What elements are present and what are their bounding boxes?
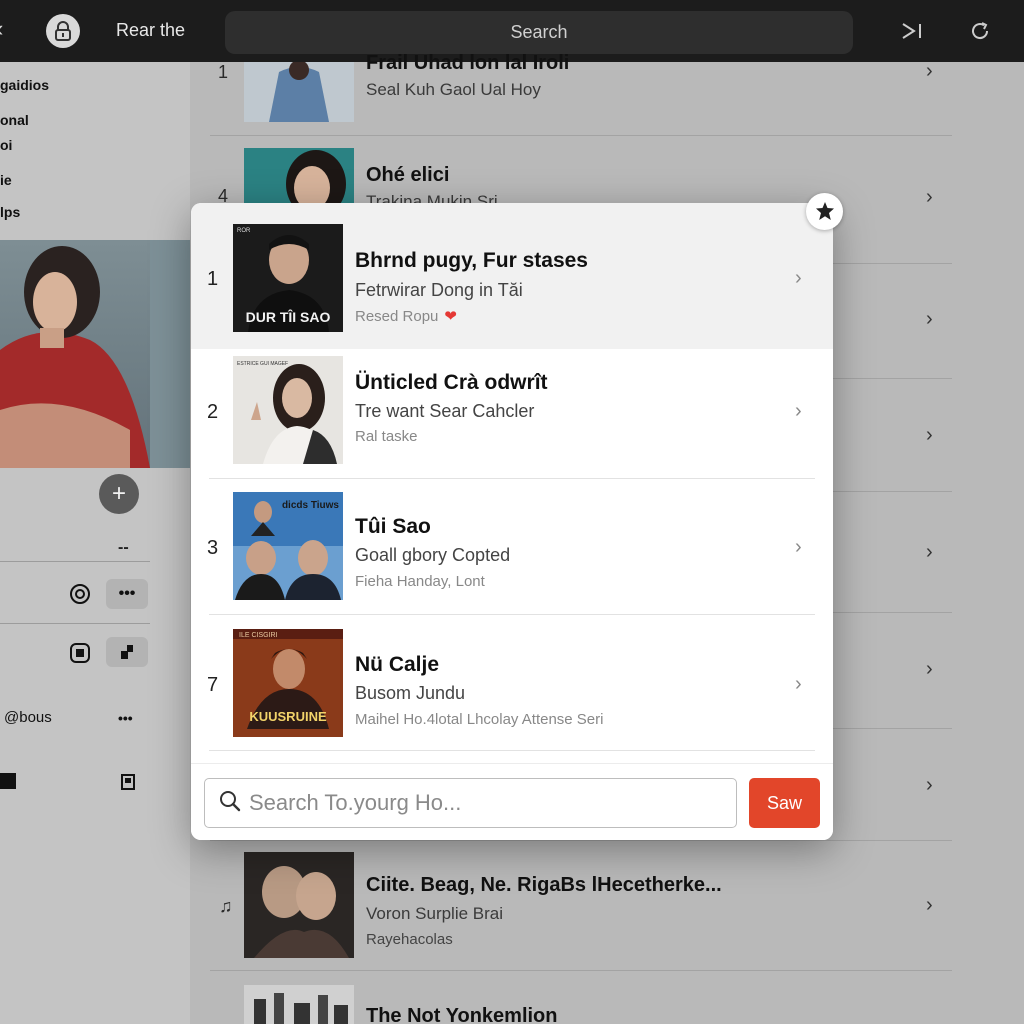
sidebar-link[interactable]: onal (0, 112, 29, 128)
chevron-right-icon[interactable]: › (926, 60, 933, 83)
item-subtitle: Busom Jundu (355, 683, 466, 703)
item-number: 2 (207, 401, 219, 423)
more-button[interactable]: ••• (106, 579, 148, 609)
album-cover: ESTRICE GUI MAGEF (233, 356, 343, 464)
track-cover (244, 985, 354, 1024)
album-cover: ROR DUR TÎI SAO (233, 224, 343, 332)
music-note-icon: ♫ (219, 896, 233, 916)
row-divider (210, 840, 952, 841)
stop-icon[interactable] (66, 639, 94, 667)
cover-tag: ILE CISGIRI (239, 632, 278, 639)
item-meta: Resed Ropu (355, 308, 439, 325)
chevron-right-icon[interactable]: › (926, 894, 933, 917)
item-title: Nü Calje (355, 653, 440, 676)
row-divider (210, 970, 952, 971)
lock-icon[interactable] (46, 14, 80, 48)
item-meta: Fieha Handay, Lont (355, 573, 485, 590)
modal-footer: Saw (191, 763, 833, 840)
chevron-right-icon[interactable]: › (926, 308, 933, 331)
top-search-bar[interactable]: Search (225, 11, 853, 54)
cover-title-text: dicds Tiuws (282, 500, 339, 511)
item-title: Tûi Sao (355, 515, 431, 538)
track-cover (244, 148, 354, 204)
music-note-icon[interactable] (106, 637, 148, 667)
item-subtitle: Goall gbory Copted (355, 545, 511, 565)
chevron-right-icon[interactable]: › (926, 658, 933, 681)
chevron-right-icon[interactable]: › (795, 673, 802, 696)
sidebar-link[interactable]: oi (0, 137, 12, 153)
track-subtitle: Seal Kuh Gaol Ual Hoy (366, 80, 541, 99)
track-cover (244, 62, 354, 122)
at-icon[interactable] (66, 580, 94, 608)
item-meta: Ral taske (355, 428, 418, 445)
chevron-right-icon[interactable]: › (795, 267, 802, 290)
chevron-right-icon[interactable]: › (795, 400, 802, 423)
device-icon[interactable] (114, 768, 142, 796)
item-number: 3 (207, 537, 219, 559)
chevron-right-icon[interactable]: › (926, 186, 933, 209)
item-meta: Maihel Ho.4lotal Lhcolay Attense Seri (355, 711, 604, 728)
track-title: Ohé elici (366, 164, 450, 186)
collapse-dash[interactable]: -- (118, 539, 129, 557)
item-title: Ünticled Crà odwrît (355, 371, 548, 394)
search-icon (219, 790, 241, 817)
cover-title-text: DUR TÎI SAO (246, 308, 331, 325)
chevron-right-icon[interactable]: › (926, 541, 933, 564)
square-icon (0, 767, 22, 795)
item-meta-row: Resed Ropu ❤ (355, 307, 457, 325)
skip-icon[interactable] (898, 17, 926, 45)
bonus-more-icon[interactable]: ••• (118, 710, 133, 726)
sidebar-link[interactable]: lps (0, 204, 20, 220)
back-arrow-icon[interactable]: ‹ (0, 16, 3, 42)
item-subtitle: Fetrwirar Dong in Tăi (355, 280, 523, 300)
item-title: Bhrnd pugy, Fur stases (355, 249, 588, 272)
track-meta: Rayehacolas (366, 931, 453, 948)
star-badge-icon[interactable] (806, 193, 843, 230)
modal-list-item[interactable]: 1 ROR DUR TÎI SAO Bhrnd pugy, Fur stases… (191, 203, 833, 349)
chevron-right-icon[interactable]: › (926, 774, 933, 797)
modal-list-item[interactable]: 3 dicds Tiuws Tûi Sao Goall gbory Copted… (191, 479, 833, 614)
track-picker-modal: 1 ROR DUR TÎI SAO Bhrnd pugy, Fur stases… (191, 203, 833, 840)
divider (0, 561, 150, 562)
modal-search-input[interactable] (249, 790, 719, 816)
modal-list-item[interactable]: 7 ILE CISGIRI KUUSRUINE Nü Calje Busom J… (191, 615, 833, 751)
cover-tag: ROR (237, 228, 251, 234)
item-divider (209, 750, 815, 751)
top-search-placeholder: Search (510, 22, 568, 42)
modal-list-item[interactable]: 2 ESTRICE GUI MAGEF Ünticled Crà odwrît … (191, 349, 833, 478)
app-title: Rear the (116, 20, 186, 40)
divider (0, 623, 150, 624)
sidebar: gaidios onal oi ie lps + -- ••• @bous ••… (0, 62, 190, 1024)
track-cover (244, 852, 354, 958)
item-number: 7 (207, 674, 219, 696)
cover-tag: ESTRICE GUI MAGEF (237, 361, 288, 367)
heart-icon[interactable]: ❤ (444, 308, 457, 325)
track-number: 1 (218, 62, 229, 82)
track-subtitle: Voron Surplie Brai (366, 904, 504, 923)
sidebar-link[interactable]: ie (0, 172, 12, 188)
item-subtitle: Tre want Sear Cahcler (355, 401, 535, 421)
track-title: The Not Yonkemlion (366, 1005, 558, 1024)
add-button[interactable]: + (99, 474, 139, 514)
modal-search-field[interactable] (204, 778, 737, 828)
bonus-label: @bous (4, 709, 52, 726)
row-divider (210, 135, 952, 136)
chevron-right-icon[interactable]: › (795, 536, 802, 559)
item-number: 1 (207, 268, 219, 290)
album-cover: dicds Tiuws (233, 492, 343, 600)
refresh-icon[interactable] (966, 17, 994, 45)
cover-title-text: KUUSRUINE (249, 709, 327, 724)
chevron-right-icon[interactable]: › (926, 424, 933, 447)
album-cover: ILE CISGIRI KUUSRUINE (233, 629, 343, 737)
save-button[interactable]: Saw (749, 778, 820, 828)
sidebar-link[interactable]: gaidios (0, 77, 49, 93)
track-title: Frail Uhad lon lal Iroli (366, 52, 570, 74)
artist-photo (0, 240, 190, 468)
track-title: Ciite. Beag, Ne. RigaBs lHecetherke... (366, 874, 722, 896)
